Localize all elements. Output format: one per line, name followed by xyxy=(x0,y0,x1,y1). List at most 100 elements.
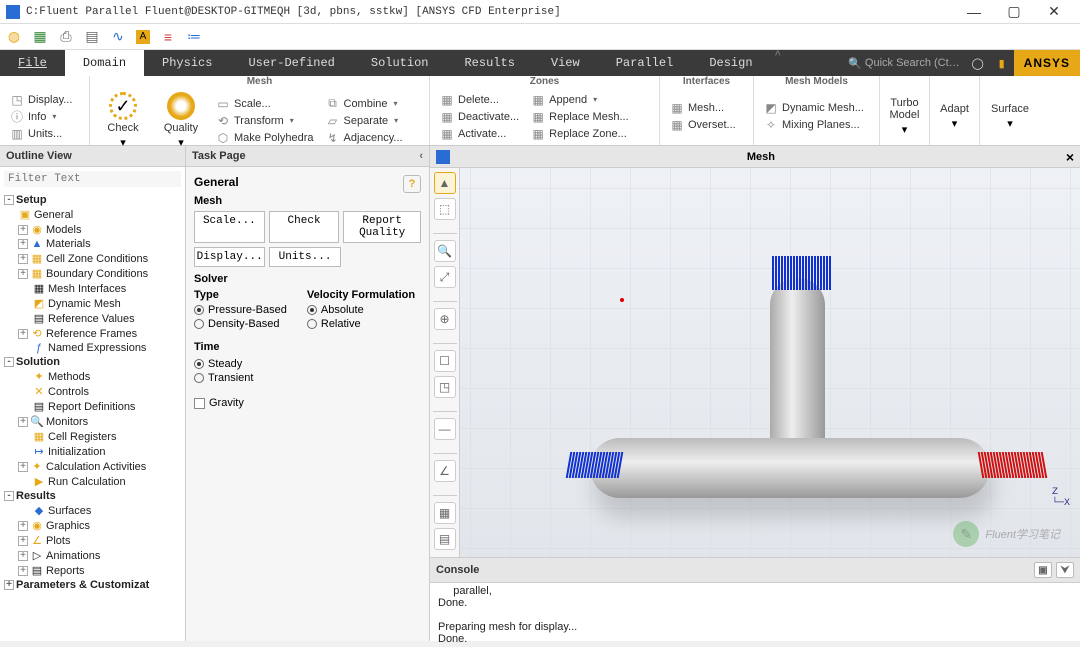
overset-button[interactable]: ▦Overset... xyxy=(666,117,740,133)
node-methods[interactable]: ✦Methods xyxy=(0,369,185,384)
console-scroll-button[interactable]: ⮟ xyxy=(1056,562,1074,578)
node-refvals[interactable]: ▤Reference Values xyxy=(0,311,185,326)
mesh-if-button[interactable]: ▦Mesh... xyxy=(666,100,740,116)
radio-transient[interactable]: Transient xyxy=(194,371,421,385)
units-button[interactable]: ▥Units... xyxy=(6,126,76,142)
gravity-checkbox[interactable]: Gravity xyxy=(194,397,421,409)
display-mesh-button[interactable]: Display... xyxy=(194,247,265,267)
adapt-button[interactable]: Adapt▾ xyxy=(936,90,973,143)
doc-icon[interactable]: ▤ xyxy=(84,29,100,45)
tab-results[interactable]: Results xyxy=(446,50,532,76)
delete-button[interactable]: ▦Delete... xyxy=(436,92,523,108)
units-mesh-button[interactable]: Units... xyxy=(269,247,340,267)
activate-button[interactable]: ▦Activate... xyxy=(436,126,523,142)
node-plots[interactable]: +∠Plots xyxy=(0,533,185,548)
box-tool[interactable]: ☐ xyxy=(434,350,456,372)
node-monitors[interactable]: +🔍Monitors xyxy=(0,414,185,429)
node-cellzone[interactable]: +▦Cell Zone Conditions xyxy=(0,251,185,266)
deactivate-button[interactable]: ▦Deactivate... xyxy=(436,109,523,125)
radio-density-based[interactable]: Density-Based xyxy=(194,317,287,331)
tab-file[interactable]: File xyxy=(0,50,65,76)
settings-icon[interactable]: ≔ xyxy=(186,29,202,45)
tab-design[interactable]: Design xyxy=(691,50,770,76)
maximize-button[interactable]: ▢ xyxy=(994,0,1034,24)
node-runcalc[interactable]: ▶Run Calculation xyxy=(0,474,185,489)
node-cellreg[interactable]: ▦Cell Registers xyxy=(0,429,185,444)
minimize-button[interactable]: — xyxy=(954,0,994,24)
help-icon[interactable]: ◯ xyxy=(966,50,990,76)
mesh-icon[interactable]: ▦ xyxy=(32,29,48,45)
node-boundary[interactable]: +▦Boundary Conditions xyxy=(0,266,185,281)
outline-tree[interactable]: -Setup ▣General +◉Models +▲Materials +▦C… xyxy=(0,191,185,641)
node-materials[interactable]: +▲Materials xyxy=(0,237,185,251)
info-button[interactable]: ⓘInfo▾ xyxy=(6,109,76,125)
replace-zone-button[interactable]: ▦Replace Zone... xyxy=(527,126,632,142)
select-tool[interactable]: ⬚ xyxy=(434,198,456,220)
zoom-tool[interactable]: 🔍 xyxy=(434,240,456,262)
probe-tool[interactable]: ⊕ xyxy=(434,308,456,330)
transform-button[interactable]: ⟲Transform▾ xyxy=(212,113,318,129)
tab-view[interactable]: View xyxy=(533,50,598,76)
append-button[interactable]: ▦Append▾ xyxy=(527,92,632,108)
surface-button[interactable]: Surface▾ xyxy=(986,90,1034,143)
combine-button[interactable]: ⧉Combine▾ xyxy=(322,96,407,112)
check-button[interactable]: ✓Check▾ xyxy=(96,90,150,151)
tab-parallel[interactable]: Parallel xyxy=(598,50,692,76)
console-output[interactable]: parallel, Done. Preparing mesh for displ… xyxy=(430,583,1080,647)
fit-tool[interactable]: ⤢ xyxy=(434,266,456,288)
separate-button[interactable]: ▱Separate▾ xyxy=(322,113,407,129)
tab-user-defined[interactable]: User-Defined xyxy=(230,50,352,76)
turbo-model-button[interactable]: Turbo Model▾ xyxy=(886,90,923,143)
node-results[interactable]: -Results xyxy=(0,489,185,503)
scale-button[interactable]: ▭Scale... xyxy=(212,96,318,112)
measure-tool[interactable]: — xyxy=(434,418,456,440)
node-surfaces[interactable]: ◆Surfaces xyxy=(0,503,185,518)
node-refframes[interactable]: +⟲Reference Frames xyxy=(0,326,185,341)
grid-tool[interactable]: ▦ xyxy=(434,502,456,524)
ansys-icon[interactable]: A xyxy=(136,30,150,44)
chart-tool[interactable]: ∠ xyxy=(434,460,456,482)
report-quality-button[interactable]: Report Quality xyxy=(343,211,421,243)
filter-input[interactable] xyxy=(4,171,181,187)
node-params[interactable]: +Parameters & Customizat xyxy=(0,578,185,592)
node-meshif[interactable]: ▦Mesh Interfaces xyxy=(0,281,185,296)
node-general[interactable]: ▣General xyxy=(0,207,185,222)
mixing-planes-button[interactable]: ✧Mixing Planes... xyxy=(760,117,868,133)
node-animations[interactable]: +▷Animations xyxy=(0,548,185,563)
quality-button[interactable]: Quality▾ xyxy=(154,90,208,151)
tab-solution[interactable]: Solution xyxy=(353,50,447,76)
radio-relative[interactable]: Relative xyxy=(307,317,415,331)
quick-search[interactable]: 🔍 Quick Search (Ct… xyxy=(842,50,966,76)
node-init[interactable]: ↦Initialization xyxy=(0,444,185,459)
print-icon[interactable]: ⎙ xyxy=(58,29,74,45)
scale-mesh-button[interactable]: Scale... xyxy=(194,211,265,243)
node-setup[interactable]: -Setup xyxy=(0,193,185,207)
tab-physics[interactable]: Physics xyxy=(144,50,230,76)
layout-icon[interactable]: ▮ xyxy=(990,50,1014,76)
tab-domain[interactable]: Domain xyxy=(65,50,144,76)
help-button[interactable]: ? xyxy=(403,175,421,193)
display-button[interactable]: ◳Display... xyxy=(6,92,76,108)
note-tool[interactable]: ▤ xyxy=(434,528,456,550)
node-models[interactable]: +◉Models xyxy=(0,222,185,237)
chart-icon[interactable]: ≡ xyxy=(160,29,176,45)
node-graphics[interactable]: +◉Graphics xyxy=(0,518,185,533)
node-controls[interactable]: ✕Controls xyxy=(0,384,185,399)
node-reports[interactable]: +▤Reports xyxy=(0,563,185,578)
check-mesh-button[interactable]: Check xyxy=(269,211,340,243)
cube-tool[interactable]: ◳ xyxy=(434,376,456,398)
radio-steady[interactable]: Steady xyxy=(194,357,421,371)
dynamic-mesh-button[interactable]: ◩Dynamic Mesh... xyxy=(760,100,868,116)
node-dynmesh[interactable]: ◩Dynamic Mesh xyxy=(0,296,185,311)
cube-icon[interactable]: ◍ xyxy=(6,29,22,45)
radio-absolute[interactable]: Absolute xyxy=(307,303,415,317)
node-calcact[interactable]: +✦Calculation Activities xyxy=(0,459,185,474)
node-reportdef[interactable]: ▤Report Definitions xyxy=(0,399,185,414)
radio-pressure-based[interactable]: Pressure-Based xyxy=(194,303,287,317)
console-clear-button[interactable]: ▣ xyxy=(1034,562,1052,578)
close-button[interactable]: ✕ xyxy=(1034,0,1074,24)
node-solution[interactable]: -Solution xyxy=(0,355,185,369)
adjacency-button[interactable]: ↯Adjacency... xyxy=(322,130,407,146)
viewport[interactable]: Z└─X ✎Fluent学习笔记 xyxy=(460,168,1080,557)
pointer-tool[interactable]: ▲ xyxy=(434,172,456,194)
